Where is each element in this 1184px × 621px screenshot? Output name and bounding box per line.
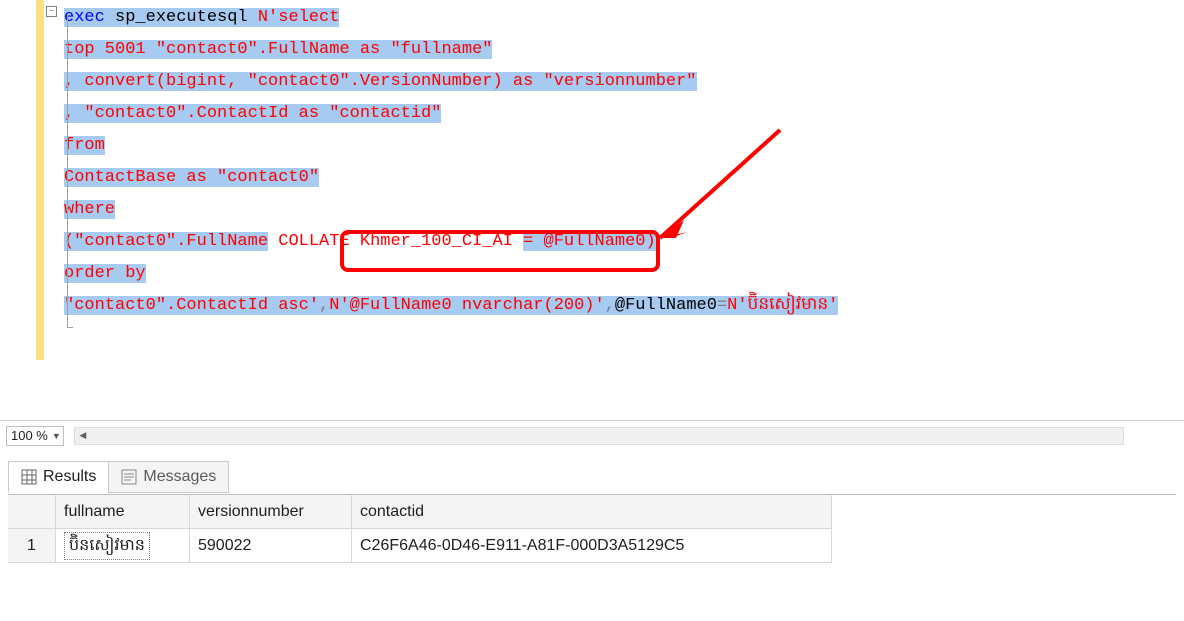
row-header[interactable]: 1 [8,529,56,563]
sql-fragment: , convert(bigint, "contact0".VersionNumb… [64,72,697,91]
zoom-level-value: 100 % [11,428,48,443]
code-line[interactable]: ("contact0".FullName COLLATE Khmer_100_C… [64,226,1172,258]
param-decl-string: '@FullName0 nvarchar(200)' [339,296,604,315]
keyword-from: from [64,136,105,155]
outline-end-tick [67,327,73,328]
results-grid-icon [21,469,37,485]
sql-fragment: , "contact0".ContactId as "contactid" [64,104,441,123]
code-content[interactable]: exec sp_executesql N'select top 5001 "co… [64,2,1172,322]
string-n-prefix: N [727,296,737,315]
param-value-khmer: ប៊ិនសៀវមាន [748,296,829,315]
tab-results[interactable]: Results [8,461,109,493]
editor-footer: 100 % ▼ ◀ [0,420,1184,450]
keyword-orderby: order by [64,264,146,283]
sql-editor[interactable]: − exec sp_executesql N'select top 5001 "… [0,0,1184,400]
column-header-contactid[interactable]: contactid [352,495,832,529]
cell-versionnumber[interactable]: 590022 [190,529,352,563]
code-line[interactable]: order by [64,258,1172,290]
string-n-prefix: N [329,296,339,315]
keyword-where: where [64,200,115,219]
proc-name: sp_executesql [105,8,258,27]
cell-fullname[interactable]: ប៊ិនសៀវមាន [56,529,190,563]
code-line[interactable]: , convert(bigint, "contact0".VersionNumb… [64,66,1172,98]
results-grid[interactable]: fullname versionnumber contactid 1 ប៊ិនស… [8,494,1176,563]
table-row[interactable]: 1 ប៊ិនសៀវមាន 590022 C26F6A46-0D46-E911-A… [8,529,1176,563]
string-open-quote: ' [737,296,747,315]
sql-fragment: ContactBase as "contact0" [64,168,319,187]
code-line[interactable]: where [64,194,1172,226]
code-line[interactable]: ContactBase as "contact0" [64,162,1172,194]
tab-results-label: Results [43,468,96,486]
messages-icon [121,469,137,485]
column-header-fullname[interactable]: fullname [56,495,190,529]
zoom-level-dropdown[interactable]: 100 % ▼ [6,426,64,446]
tab-messages-label: Messages [143,468,216,486]
outline-collapse-toggle[interactable]: − [46,6,57,17]
comma: , [319,296,329,315]
where-expr-right: = @FullName0) [523,232,656,251]
comma: , [605,296,615,315]
grid-corner-cell[interactable] [8,495,56,529]
orderby-and-close: "contact0".ContactId asc' [64,296,319,315]
param-name: @FullName0 [615,296,717,315]
where-expr-left: ("contact0".FullName [64,232,268,251]
code-line[interactable]: from [64,130,1172,162]
code-line[interactable]: exec sp_executesql N'select [64,2,1172,34]
editor-gutter [0,0,36,390]
sql-fragment: top 5001 "contact0".FullName as "fullnam… [64,40,492,59]
collate-clause: COLLATE Khmer_100_CI_AI [268,232,523,251]
tab-messages[interactable]: Messages [108,461,229,493]
code-line[interactable]: , "contact0".ContactId as "contactid" [64,98,1172,130]
keyword-exec: exec [64,8,105,27]
cell-focused-value: ប៊ិនសៀវមាន [64,532,150,560]
string-close-quote: ' [828,296,838,315]
code-line[interactable]: "contact0".ContactId asc',N'@FullName0 n… [64,290,1172,322]
code-line[interactable]: top 5001 "contact0".FullName as "fullnam… [64,34,1172,66]
results-tabs: Results Messages [8,460,228,494]
string-n-prefix: N [258,8,268,27]
scroll-left-icon[interactable]: ◀ [75,428,91,444]
equals-op: = [717,296,727,315]
chevron-down-icon: ▼ [52,431,61,441]
cell-contactid[interactable]: C26F6A46-0D46-E911-A81F-000D3A5129C5 [352,529,832,563]
horizontal-scrollbar[interactable]: ◀ [74,427,1124,445]
change-indicator-bar [36,0,44,360]
column-header-versionnumber[interactable]: versionnumber [190,495,352,529]
outline-vertical-line [67,14,68,328]
string-open-quote: ' [268,8,278,27]
grid-header-row: fullname versionnumber contactid [8,495,1176,529]
keyword-select: select [278,8,339,27]
